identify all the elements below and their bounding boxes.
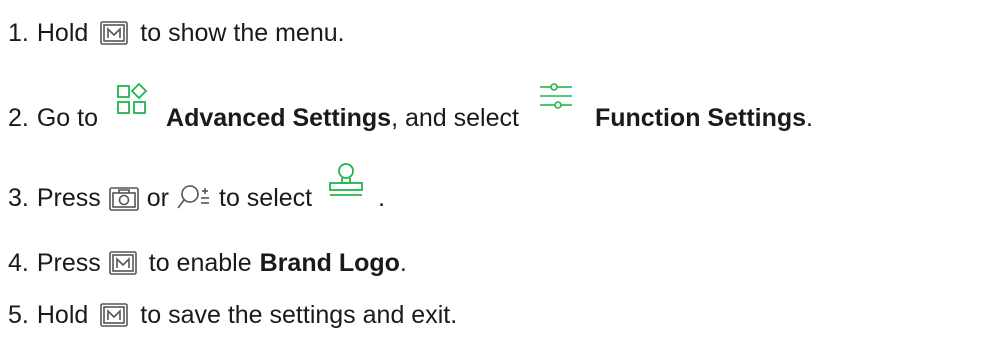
step-end: . [378,184,386,212]
step-text: to select [219,184,313,212]
brand-logo-label: Brand Logo [259,249,400,277]
step-5: 5. Hold to save the settings and exit. [8,300,457,330]
brand-logo-icon [328,163,364,197]
camera-key-icon [108,185,139,211]
step-verb: Go to [36,104,99,132]
step-verb: Press [36,249,101,277]
step-text: to enable [148,249,252,277]
step-verb: Hold [36,301,89,329]
step-number: 1. [8,19,29,47]
step-text: to save the settings and exit. [140,301,458,329]
step-number: 3. [8,184,29,212]
advanced-settings-icon [116,83,148,115]
step-text: , and select [391,104,519,132]
m-key-icon [100,303,129,327]
step-2: 2. Go to Advanced Settings , and select … [8,83,813,133]
step-number: 5. [8,301,29,329]
step-or: or [146,184,169,212]
step-1: 1. Hold to show the menu. [8,18,345,48]
step-text: to show the menu. [140,19,345,47]
zoom-key-icon [177,183,211,211]
step-4: 4. Press to enable Brand Logo . [8,248,407,278]
step-3: 3. Press or to select . [8,163,385,213]
function-settings-icon [539,83,573,109]
step-number: 2. [8,104,29,132]
m-key-icon [100,21,129,45]
function-settings-label: Function Settings [594,104,807,132]
advanced-settings-label: Advanced Settings [166,104,392,132]
step-verb: Hold [36,19,89,47]
m-key-icon [108,251,137,275]
step-verb: Press [36,184,101,212]
step-end: . [399,249,407,277]
step-number: 4. [8,249,29,277]
step-end: . [806,104,813,132]
